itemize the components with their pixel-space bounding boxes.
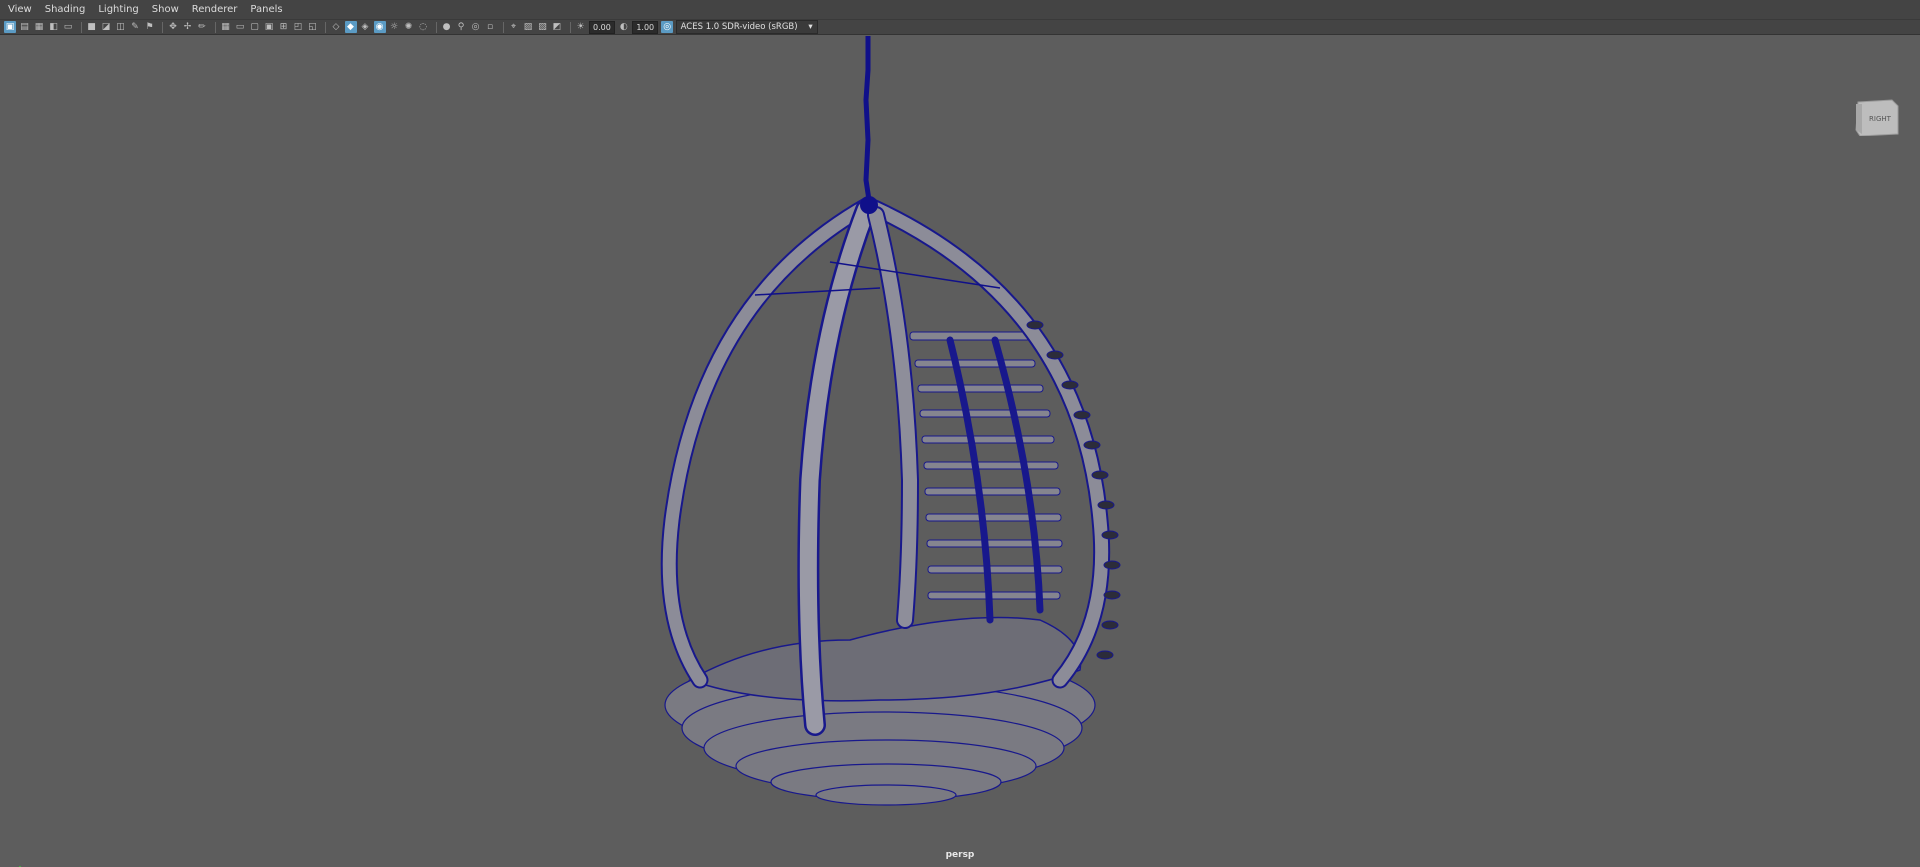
isolate-select-icon[interactable]: ▫: [484, 21, 496, 33]
separator: [162, 21, 163, 33]
bookmark-icon[interactable]: ▦: [33, 21, 45, 33]
menu-view[interactable]: View: [3, 0, 37, 19]
multisample-icon[interactable]: ▨: [522, 21, 534, 33]
gate-mask-icon[interactable]: ▣: [263, 21, 275, 33]
panel-menubar: View Shading Lighting Show Renderer Pane…: [0, 0, 1920, 20]
pan-zoom-icon[interactable]: ✥: [167, 21, 179, 33]
view-cube-label: RIGHT: [1869, 115, 1892, 123]
menu-renderer[interactable]: Renderer: [187, 0, 243, 19]
bookmark-flag-icon[interactable]: ⚑: [144, 21, 156, 33]
color-space-label: ACES 1.0 SDR-video (sRGB): [680, 22, 798, 32]
camera-attributes-icon[interactable]: ▤: [19, 21, 31, 33]
hud-icon[interactable]: ⌖: [508, 21, 520, 33]
backface-culling-icon[interactable]: ◎: [470, 21, 482, 33]
film-gate-icon[interactable]: ▭: [234, 21, 246, 33]
use-all-lights-icon[interactable]: ☼: [388, 21, 400, 33]
menu-lighting[interactable]: Lighting: [93, 0, 143, 19]
separator: [502, 21, 504, 33]
xray-icon[interactable]: ●: [441, 21, 453, 33]
pencil-icon[interactable]: ✏: [196, 21, 208, 33]
tumble-icon[interactable]: ✢: [182, 21, 194, 33]
panel-toolbar: ▣ ▤ ▦ ◧ ▭ ■ ◪ ◫ ✎ ⚑ ✥ ✢ ✏ ▦ ▭ ▢ ▣ ⊞ ◰ ◱ …: [0, 20, 1920, 35]
shadows-icon[interactable]: ✺: [403, 21, 415, 33]
axis-gizmo-icon: [19, 866, 21, 867]
separator: [214, 21, 216, 33]
separator: [435, 21, 437, 33]
camera-name-label: persp: [945, 850, 975, 860]
select-camera-icon[interactable]: ▣: [4, 21, 16, 33]
color-management-icon[interactable]: ◎: [661, 21, 674, 33]
xray-joints-icon[interactable]: ⚲: [455, 21, 467, 33]
grid-icon[interactable]: ▦: [220, 21, 232, 33]
image-plane-icon[interactable]: ◧: [48, 21, 60, 33]
smooth-shade-icon[interactable]: ◆: [344, 21, 357, 33]
lock-camera-icon[interactable]: ◪: [100, 21, 112, 33]
wireframe-on-shaded-icon[interactable]: ◈: [359, 21, 371, 33]
view-cube[interactable]: RIGHT: [1852, 96, 1902, 136]
field-chart-icon[interactable]: ⊞: [278, 21, 290, 33]
color-space-dropdown[interactable]: ACES 1.0 SDR-video (sRGB) ▾: [675, 20, 818, 34]
gamma-icon[interactable]: ◐: [618, 21, 630, 33]
grease-pencil-icon[interactable]: ✎: [129, 21, 141, 33]
textured-icon[interactable]: ◉: [373, 21, 386, 33]
menu-show[interactable]: Show: [147, 0, 184, 19]
safe-action-icon[interactable]: ◰: [292, 21, 304, 33]
safe-title-icon[interactable]: ◱: [307, 21, 319, 33]
separator: [569, 21, 571, 33]
viewport-3d[interactable]: RIGHT persp: [0, 36, 1920, 867]
motion-blur-icon[interactable]: ▧: [537, 21, 549, 33]
hanging-chair-model[interactable]: [0, 36, 1920, 867]
wireframe-icon[interactable]: ◇: [330, 21, 342, 33]
gamma-field[interactable]: 1.00: [632, 20, 659, 34]
film-icon[interactable]: ▭: [62, 21, 74, 33]
camera-icon[interactable]: ■: [86, 21, 98, 33]
ambient-occlusion-icon[interactable]: ◌: [417, 21, 429, 33]
separator: [80, 21, 82, 33]
resolution-gate-icon[interactable]: ▢: [249, 21, 261, 33]
chevron-down-icon: ▾: [808, 22, 813, 32]
menu-shading[interactable]: Shading: [40, 0, 91, 19]
menu-panels[interactable]: Panels: [245, 0, 287, 19]
exposure-field[interactable]: 0.00: [589, 20, 615, 34]
screen-space-icon[interactable]: ◩: [551, 21, 563, 33]
camera-2d-icon[interactable]: ◫: [115, 21, 127, 33]
exposure-icon[interactable]: ☀: [575, 21, 587, 33]
separator: [325, 21, 326, 33]
